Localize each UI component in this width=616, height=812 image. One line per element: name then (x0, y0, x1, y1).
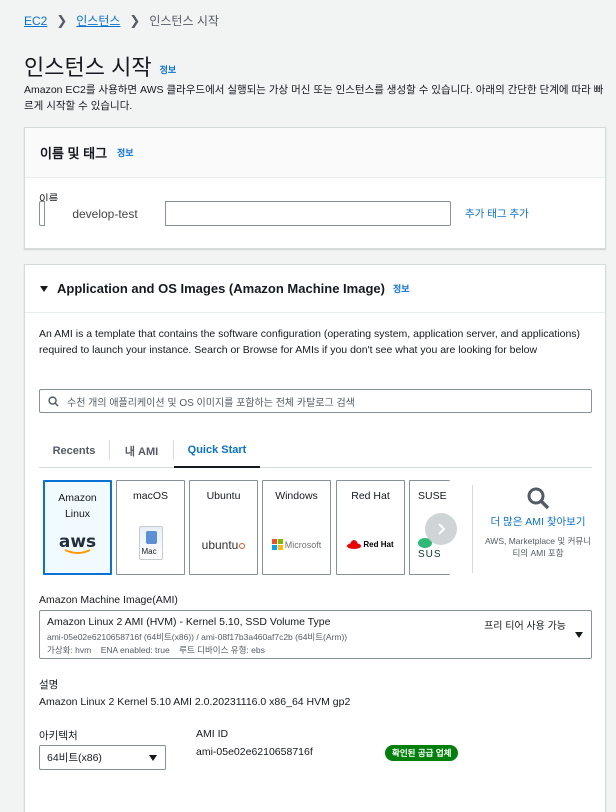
os-card-label: Ubuntu (206, 490, 241, 502)
os-card-label: macOS (132, 490, 168, 502)
breadcrumb-current: 인스턴스 시작 (149, 14, 219, 28)
description-label: 설명 (39, 679, 59, 691)
name-tags-info-link[interactable]: 정보 (117, 146, 134, 159)
breadcrumb: EC2 ❯ 인스턴스 ❯ 인스턴스 시작 (24, 12, 219, 29)
os-card-label: Amazon Linux (58, 492, 97, 520)
architecture-select[interactable]: 64비트(x86) (39, 745, 166, 770)
search-icon[interactable] (526, 486, 550, 510)
more-ami-section: 더 많은 AMI 찾아보기 AWS, Marketplace 및 커뮤니티의 A… (465, 481, 611, 559)
breadcrumb-ec2[interactable]: EC2 (24, 14, 47, 28)
os-card-label: Red Hat (351, 490, 390, 502)
ami-id-label: AMI ID (196, 728, 229, 740)
os-card-amazon-linux[interactable]: Amazon Linux aws (43, 480, 112, 575)
more-ami-description: AWS, Marketplace 및 커뮤니티의 AMI 포함 (484, 536, 592, 558)
ami-select[interactable]: Amazon Linux 2 AMI (HVM) - Kernel 5.10, … (39, 610, 592, 659)
tab-recents[interactable]: Recents (39, 433, 109, 468)
dropdown-arrow-icon (575, 632, 583, 638)
ami-header[interactable]: Application and OS Images (Amazon Machin… (25, 265, 605, 313)
add-tag-link[interactable]: 추가 태그 추가 (465, 206, 529, 221)
os-card-label: SUSE L (418, 490, 450, 502)
os-card-redhat[interactable]: Red Hat Red Hat (336, 480, 405, 575)
name-input-value: develop-test (44, 201, 166, 226)
ami-panel: Application and OS Images (Amazon Machin… (24, 264, 606, 812)
ami-id-value: ami-05e02e6210658716f (196, 746, 313, 758)
aws-logo-icon: aws (58, 532, 97, 554)
ami-tabs: Recents 내 AMI Quick Start (39, 433, 592, 468)
ami-select-label: Amazon Machine Image(AMI) (39, 594, 178, 606)
description-value: Amazon Linux 2 Kernel 5.10 AMI 2.0.20231… (39, 696, 351, 708)
name-input[interactable]: develop-test (39, 201, 451, 226)
chevron-right-icon: ❯ (56, 12, 68, 28)
more-ami-link[interactable]: 더 많은 AMI 찾아보기 (465, 514, 611, 529)
dropdown-arrow-icon (149, 755, 157, 761)
ami-selected-ids: ami-05e02e6210658716f (64비트(x86)) / ami-… (47, 632, 348, 642)
mac-logo-icon: Mac (117, 526, 184, 560)
os-card-ubuntu[interactable]: Ubuntu ubuntu (189, 480, 258, 575)
page-title-text: 인스턴스 시작 (24, 55, 152, 80)
ami-description: An AMI is a template that contains the s… (39, 328, 581, 356)
name-tags-header: 이름 및 태그 정보 (25, 128, 605, 178)
name-tags-title: 이름 및 태그 (40, 146, 108, 161)
ubuntu-logo-icon: ubuntu (190, 538, 257, 552)
search-icon (48, 395, 59, 407)
tab-quick-start[interactable]: Quick Start (174, 433, 260, 468)
verified-provider-badge: 확인된 공급 업체 (385, 745, 459, 761)
ami-search-input[interactable]: 수천 개의 애플리케이션 및 OS 이미지를 포함하는 전체 카탈로그 검색 (39, 389, 592, 413)
chevron-right-icon (438, 523, 446, 535)
ami-selected-details: 가상화: hvm ENA enabled: true 루트 디바이스 유형: e… (47, 645, 265, 655)
ami-title: Application and OS Images (Amazon Machin… (57, 281, 385, 296)
chevron-right-icon: ❯ (129, 12, 141, 28)
os-card-label: Windows (275, 490, 318, 502)
tab-my-ami[interactable]: 내 AMI (110, 433, 173, 468)
architecture-value: 64비트(x86) (47, 752, 102, 764)
page-title: 인스턴스 시작 정보 (24, 50, 176, 82)
os-card-macos[interactable]: macOS Mac (116, 480, 185, 575)
carousel-next-button[interactable] (425, 513, 457, 545)
ami-info-link[interactable]: 정보 (393, 282, 410, 295)
page-description: Amazon EC2를 사용하면 AWS 클라우드에서 실행되는 가상 머신 또… (24, 84, 604, 112)
architecture-label: 아키텍처 (39, 730, 78, 742)
redhat-logo-icon: Red Hat (337, 539, 404, 549)
free-tier-label: 프리 티어 사용 가능 (484, 621, 566, 632)
microsoft-logo-icon: Microsoft (263, 539, 330, 550)
caret-down-icon[interactable] (40, 285, 48, 292)
os-card-windows[interactable]: Windows Microsoft (262, 480, 331, 575)
name-tags-panel: 이름 및 태그 정보 이름 develop-test 추가 태그 추가 (24, 127, 606, 249)
breadcrumb-instances[interactable]: 인스턴스 (76, 12, 120, 29)
ami-search-placeholder: 수천 개의 애플리케이션 및 OS 이미지를 포함하는 전체 카탈로그 검색 (67, 397, 355, 409)
page-info-link[interactable]: 정보 (160, 65, 177, 75)
